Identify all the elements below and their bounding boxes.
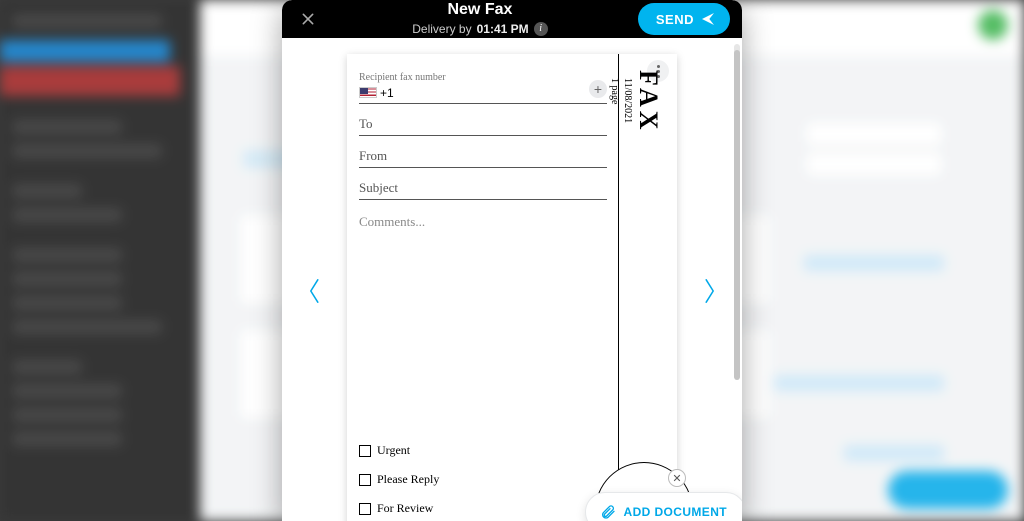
cover-checkboxes: Urgent Please Reply For Review	[359, 443, 439, 521]
for-review-checkbox[interactable]: For Review	[359, 501, 439, 516]
modal-title-block: New Fax Delivery by 01:41 PM i	[332, 0, 628, 38]
paperclip-icon	[600, 504, 616, 520]
recipient-fax-input[interactable]	[398, 85, 607, 100]
delivery-subtitle: Delivery by 01:41 PM i	[412, 22, 547, 36]
modal-title: New Fax	[332, 0, 628, 19]
cover-page: FAX 11/08/2021 1 page Recipient fax numb…	[347, 54, 677, 521]
please-reply-checkbox[interactable]: Please Reply	[359, 472, 439, 487]
send-button[interactable]: SEND	[638, 3, 730, 35]
cover-pages: 1 page	[609, 78, 620, 134]
urgent-checkbox[interactable]: Urgent	[359, 443, 439, 458]
fax-heading: FAX	[634, 70, 663, 134]
cover-form: Recipient fax number +1 +	[359, 72, 607, 333]
remove-stamp-button[interactable]: ✕	[668, 469, 686, 487]
from-input[interactable]	[359, 144, 607, 168]
comments-input[interactable]	[359, 208, 607, 328]
cover-side-text: FAX 11/08/2021 1 page	[609, 70, 663, 134]
modal-body: FAX 11/08/2021 1 page Recipient fax numb…	[282, 38, 742, 521]
modal-header: New Fax Delivery by 01:41 PM i SEND	[282, 0, 742, 38]
recipient-label: Recipient fax number	[359, 72, 607, 83]
scrollbar[interactable]	[734, 44, 740, 374]
send-icon	[700, 11, 716, 27]
us-flag-icon[interactable]	[359, 87, 377, 98]
close-button[interactable]	[294, 5, 322, 33]
cover-date: 11/08/2021	[622, 78, 633, 134]
chevron-left-icon	[306, 277, 324, 305]
add-document-button[interactable]: ADD DOCUMENT	[585, 492, 742, 521]
next-page-button[interactable]	[694, 271, 724, 311]
prev-page-button[interactable]	[300, 271, 330, 311]
new-fax-modal: New Fax Delivery by 01:41 PM i SEND	[282, 0, 742, 521]
subject-input[interactable]	[359, 176, 607, 200]
dial-prefix: +1	[380, 86, 394, 100]
info-icon[interactable]: i	[534, 22, 548, 36]
close-icon	[300, 11, 316, 27]
chevron-right-icon	[700, 277, 718, 305]
to-input[interactable]	[359, 112, 607, 136]
